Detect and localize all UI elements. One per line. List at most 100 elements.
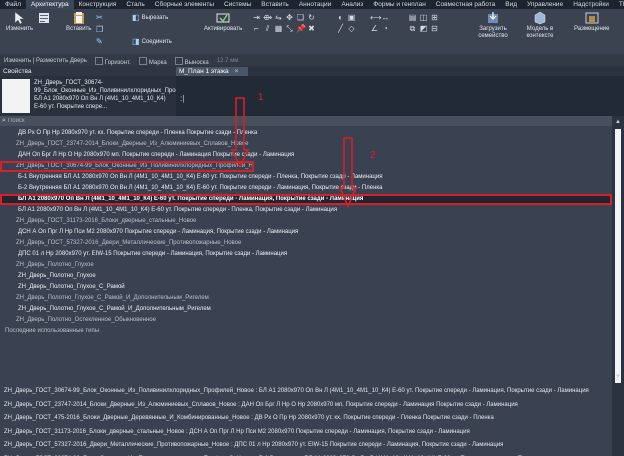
lead-checkbox[interactable] [174,56,183,65]
recent-type-row[interactable]: ZH_Дверь_ГОСТ_57327-2016_Двери_Металличе… [0,439,612,453]
family-group-row: ZH_Дверь_Полотно_Глухое_С_Рамой_И_Дополн… [16,295,209,301]
tab-floor-plan-1[interactable]: М_План 1 этажа × [176,67,248,76]
dropdown-scrollbar[interactable]: ▲ ▼ [612,116,624,456]
assembly-icon[interactable]: ▤ [408,13,417,22]
clipboard-icon [71,10,87,26]
tag-checkbox[interactable] [138,56,147,65]
ribbon-tab-11[interactable]: Вид [500,0,522,9]
type-row[interactable]: ДПС 01 л Нр 2080х970 ут. EIW-15 Покрытие… [0,249,612,260]
place-family-button[interactable]: Размещение [574,10,610,32]
split-icon[interactable]: ⫽ [263,24,272,33]
horizontal-option[interactable]: Горизонт. [94,56,131,66]
recent-type-row[interactable]: ZH_Дверь_ГОСТ_30674-99_Блок_Оконные_Из_П… [0,385,612,399]
type-row[interactable]: Б-2 Внутренняя БЛ А1 2080х970 Оп Вн Л (4… [0,183,612,194]
recent-type-row[interactable]: ZH_Дверь_ГОСТ_31173-2016_Блоки_дверные_с… [0,426,612,440]
join-button[interactable]: ◨ Соединить [132,37,172,46]
offset-icon[interactable]: ⟴ [263,13,272,22]
view-tools-grid: ◐ ▣ ╱ ◇ [336,13,356,33]
array-icon[interactable]: ▦ [274,24,283,33]
align-icon[interactable]: ⇥ [252,13,261,22]
measure-icon[interactable]: ⟷ [370,13,381,22]
rotate-icon[interactable]: ↻ [307,13,316,22]
type-selector[interactable]: ZH_Дверь_ГОСТ_30674-99_Блок_Оконные_Из_П… [0,76,215,116]
override-icon[interactable]: ▣ [347,13,356,22]
mirror-icon[interactable]: ⇋ [274,13,283,22]
cut-button[interactable]: ✂ [96,13,103,22]
cursor-arrow-icon [12,10,28,26]
ribbon-tab-4[interactable]: Сборные элементы [150,0,219,9]
type-row[interactable]: ДВ Рх О Пр Нр 2080х970 ут. кх. Покрытие … [0,128,612,139]
ribbon-tab-14[interactable]: ТЕХНОНИКОЛЬ [614,0,624,9]
angle-icon[interactable]: ∠ [370,24,379,33]
cut-geometry-icon: ◧ [132,13,140,22]
type-dropdown-list: ⌕ ДВ Рх О Пр Нр 2080х970 ут. кх. Покрыти… [0,116,612,456]
type-row[interactable]: БЛ А1 2080х970 Оп Вн Л (4М1_10_4М1_10_К4… [0,194,612,205]
type-row[interactable]: ZH_Дверь_Полотно_Глухое_С_Рамой_И_Дополн… [0,304,612,315]
type-row[interactable]: ДСН А Оп Прг Л Нр Пси М2 2080х970 Покрыт… [0,227,612,238]
view-range-icon[interactable]: ◇ [347,24,356,33]
cut-geometry-button[interactable]: ◧ Вырезать [132,13,168,22]
drawing-canvas[interactable]: :| [176,76,624,116]
delete-icon[interactable]: ✖ [307,24,316,33]
scroll-down-icon[interactable]: ▼ [615,374,621,380]
recent-types-header: Последние использованные типы [5,328,100,334]
modify-button[interactable]: Изменить [6,10,33,32]
type-row[interactable]: ZH_Дверь_Полотно_Глухое [0,271,612,282]
part-icon[interactable]: ◩ [419,24,428,33]
linework-icon[interactable]: ╱ [336,24,345,33]
dimension-icon[interactable]: ↔ [381,13,390,22]
ribbon-tab-13[interactable]: Надстройки [568,0,614,9]
recent-type-row[interactable]: ZH_Дверь_ГОСТ_475-2016_Блоки_Дверные_Дер… [0,412,612,426]
horizontal-checkbox[interactable] [94,56,103,65]
options-context-label: Изменить | Разместить Дверь [4,58,87,64]
match-properties-button[interactable]: ✎ [96,37,103,46]
type-row[interactable]: БЛ А1 2080х970 Оп Вн Л (4М1_10_4М1_10_К4… [0,205,612,216]
tag-option[interactable]: Марка [138,56,167,66]
scroll-up-icon[interactable]: ▲ [615,119,621,125]
ribbon-tab-5[interactable]: Системы [219,0,256,9]
lead-label: Выноска [184,59,209,66]
family-group-row: ZH_Дверь_Полотно_Остекленное_Обыкновенно… [16,317,156,323]
ribbon-tab-12[interactable]: Управление [522,0,568,9]
close-tab-icon[interactable]: × [235,68,239,75]
copy-button[interactable]: ❐ [96,25,103,34]
recent-type-row[interactable]: ZH_Дверь_ГОСТ_30674-99_Блок_Оконные_Из_П… [0,453,612,456]
type-row[interactable]: ZH_Дверь_Полотно_Глухое_С_Рамой [0,282,612,293]
ribbon-tab-2[interactable]: Конструкция [74,0,122,9]
paste-button[interactable]: Вставить [66,10,91,32]
activate-button[interactable]: Активировать [204,10,242,32]
ribbon-tab-10[interactable]: Совместная работа [431,0,500,9]
ribbon-tab-7[interactable]: Аннотации [294,0,337,9]
ribbon-tab-6[interactable]: Вставить [256,0,294,9]
parts-icon[interactable]: ◫ [419,13,428,22]
ribbon-tab-9[interactable]: Формы и генплан [368,0,431,9]
radius-icon[interactable]: ◔ [381,24,390,33]
move-icon[interactable]: ✥ [285,13,294,22]
trim-icon[interactable]: ⌐ [252,24,261,33]
hide-icon[interactable]: ◐ [336,13,345,22]
type-row[interactable]: ДАН Оп Брг Л Нр О Нр 2080х970 мп. Покрыт… [0,150,612,161]
similar-icon[interactable]: ⧉ [408,24,417,33]
create-group-icon[interactable]: ⊟ [430,24,439,33]
properties-header: Свойства [0,67,176,76]
ribbon-tab-8[interactable]: Анализ [336,0,368,9]
family-group-row: ZH_Дверь_ГОСТ_31173-2016_Блоки_дверные_с… [16,218,197,224]
scale-icon[interactable]: ⤡ [285,24,294,33]
copy-tool-icon[interactable]: ❏ [296,13,305,22]
options-bar: Изменить | Разместить Дверь Горизонт. Ма… [0,56,624,66]
type-row[interactable]: Б-1 Внутренняя БЛ А1 2080х970 Оп Вн Л (4… [0,172,612,183]
model-in-place-button[interactable]: Модель в контексте [520,10,560,40]
ribbon-tab-0[interactable]: Файл [0,0,26,9]
ribbon-tab-1[interactable]: Архитектура [25,0,74,9]
load-family-button[interactable]: Загрузить семейство [474,10,512,40]
lead-length-field[interactable]: 12.7 мм [217,58,239,64]
lead-option[interactable]: Выноска [174,56,209,66]
recent-type-row[interactable]: ZH_Дверь_ГОСТ_23747-2014_Блоки_Дверные_И… [0,399,612,413]
properties-button[interactable] [36,10,52,26]
ribbon-tab-3[interactable]: Сталь [121,0,149,9]
scroll-thumb[interactable] [615,129,621,383]
search-input[interactable] [7,117,48,125]
search-icon: ⌕ [2,117,6,124]
pin-icon[interactable]: 📌 [296,24,306,33]
group-icon[interactable]: ⊞ [430,13,439,22]
